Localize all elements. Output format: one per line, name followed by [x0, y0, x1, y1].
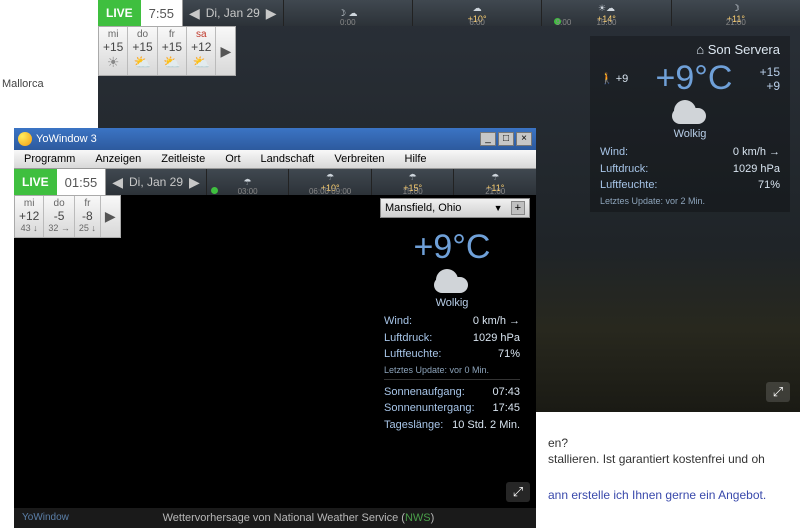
yowindow-window: YoWindow 3 _ □ × Programm Anzeigen Zeitl…: [14, 128, 536, 528]
menu-hilfe[interactable]: Hilfe: [395, 150, 437, 168]
fg-date: Di, Jan 29: [129, 175, 183, 189]
bg-condition: Wolkig: [600, 128, 780, 140]
bg-date: Di, Jan 29: [206, 6, 260, 20]
fg-forecast-next-icon[interactable]: ▶: [101, 196, 120, 237]
cloud-icon: [670, 100, 710, 124]
brand-label: YoWindow: [22, 512, 69, 524]
fg-temperature: +9°C: [384, 228, 520, 267]
bg-text-2: stallieren. Ist garantiert kostenfrei un…: [548, 452, 765, 466]
nws-link[interactable]: NWS: [405, 512, 431, 524]
source-label: Wettervorhersage von National Weather Se…: [163, 512, 435, 524]
menu-programm[interactable]: Programm: [14, 150, 85, 168]
fg-date-nav[interactable]: ◀ Di, Jan 29 ▶: [106, 169, 206, 195]
bg-time: 7:55: [141, 0, 183, 26]
bg-forecast-row[interactable]: mi+15☀ do+15⛅ fr+15⛅ sa+12⛅ ▶: [98, 26, 236, 76]
live-badge[interactable]: LIVE: [98, 0, 141, 26]
bg-update: Letztes Update: vor 2 Min.: [600, 196, 780, 206]
window-title: YoWindow 3: [36, 133, 97, 145]
minimize-button[interactable]: _: [480, 132, 496, 146]
fg-fullscreen-icon[interactable]: ⤢: [506, 482, 530, 502]
fg-topstrip: LIVE 01:55 ◀ Di, Jan 29 ▶ ☂03:00 ☂+10°06…: [14, 169, 536, 195]
location-value: Mansfield, Ohio: [385, 202, 461, 214]
fg-next-day-icon[interactable]: ▶: [189, 174, 200, 191]
app-icon: [18, 132, 32, 146]
menu-anzeigen[interactable]: Anzeigen: [85, 150, 151, 168]
maximize-button[interactable]: □: [498, 132, 514, 146]
statusbar: YoWindow Wettervorhersage von National W…: [14, 508, 536, 528]
fg-forecast-row[interactable]: mi+1243 ↓ do-532 → fr-825 ↓ ▶: [14, 195, 121, 238]
bg-text-link[interactable]: ann erstelle ich Ihnen gerne ein Angebot…: [548, 488, 766, 502]
menu-zeitleiste[interactable]: Zeitleiste: [151, 150, 215, 168]
close-button[interactable]: ×: [516, 132, 532, 146]
prev-day-icon[interactable]: ◀: [189, 5, 200, 22]
location-dropdown[interactable]: Mansfield, Ohio ▼ +: [380, 198, 530, 218]
bg-topstrip: LIVE 7:55 ◀ Di, Jan 29 ▶ ☽ ☁0:00 ☁+10°6:…: [98, 0, 800, 26]
menu-landschaft[interactable]: Landschaft: [251, 150, 325, 168]
sidebar-text: Mallorca: [2, 78, 44, 90]
bg-text-1: en?: [548, 436, 568, 450]
fg-cloud-icon: [432, 269, 472, 293]
feels-like: 🚶+9: [600, 72, 628, 85]
bg-date-nav[interactable]: ◀ Di, Jan 29 ▶: [183, 0, 283, 26]
bg-weather-panel: ⌂ Son Servera 🚶+9 +9°C +15+9 Wolkig Wind…: [590, 36, 790, 212]
menubar[interactable]: Programm Anzeigen Zeitleiste Ort Landsch…: [14, 150, 536, 169]
fg-condition: Wolkig: [384, 297, 520, 309]
fg-update: Letztes Update: vor 0 Min.: [384, 365, 520, 375]
fg-timeline[interactable]: ☂03:00 ☂+10°06:00 09:00 ☂+15°15:00 ☂+11°…: [206, 169, 536, 195]
person-icon: 🚶: [600, 72, 614, 85]
add-location-button[interactable]: +: [511, 201, 525, 215]
bg-temperature: +9°C: [655, 59, 732, 98]
fg-live-badge[interactable]: LIVE: [14, 169, 57, 195]
bg-timeline[interactable]: ☽ ☁0:00 ☁+10°6:009:00 ☀☁+14°15:00 ☽+11°2…: [283, 0, 800, 26]
chevron-down-icon[interactable]: ▼: [494, 203, 503, 213]
next-day-icon[interactable]: ▶: [266, 5, 277, 22]
fg-prev-day-icon[interactable]: ◀: [112, 174, 123, 191]
home-icon: ⌂: [696, 42, 704, 57]
menu-ort[interactable]: Ort: [215, 150, 250, 168]
fullscreen-icon[interactable]: ⤢: [766, 382, 790, 402]
titlebar[interactable]: YoWindow 3 _ □ ×: [14, 128, 536, 150]
fg-time: 01:55: [57, 169, 107, 195]
forecast-next-icon[interactable]: ▶: [216, 27, 235, 75]
menu-verbreiten[interactable]: Verbreiten: [324, 150, 394, 168]
fg-weather-panel: +9°C Wolkig Wind:0 km/h → Luftdruck:1029…: [374, 220, 530, 439]
bg-location: ⌂ Son Servera: [600, 42, 780, 57]
